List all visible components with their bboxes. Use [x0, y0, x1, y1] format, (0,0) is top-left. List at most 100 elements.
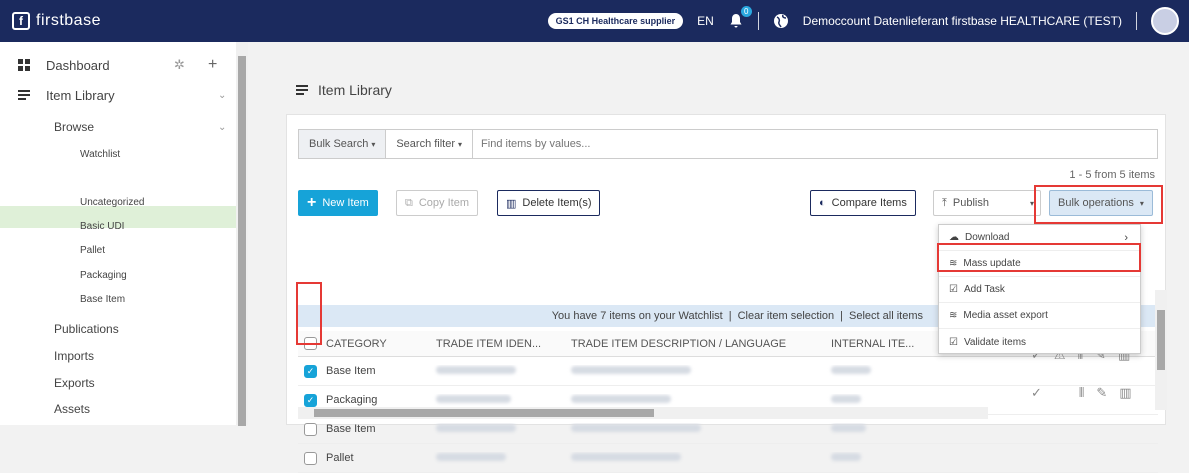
- delete-items-label: Delete Item(s): [522, 197, 592, 209]
- list-icon: [18, 90, 30, 100]
- search-filter-dropdown[interactable]: Search filter ▾: [386, 130, 474, 158]
- menu-item-label: Media asset export: [963, 310, 1048, 321]
- blurred-value: [571, 424, 701, 432]
- logo-icon: f: [12, 12, 30, 30]
- gear-icon[interactable]: ✲: [174, 57, 185, 73]
- supplier-badge[interactable]: GS1 CH Healthcare supplier: [547, 13, 684, 29]
- highlight-mass-update: [937, 243, 1141, 272]
- row-actions: ✓ ⫴ ✎ ▥: [1031, 385, 1132, 401]
- row-checkbox[interactable]: [304, 451, 317, 465]
- sidebar-scrollbar[interactable]: [236, 42, 248, 426]
- column-header[interactable]: TRADE ITEM IDEN...: [430, 338, 565, 350]
- new-item-button[interactable]: + New Item: [298, 190, 378, 216]
- blurred-value: [436, 395, 511, 403]
- globe-icon[interactable]: [773, 13, 789, 29]
- bell-icon: [730, 14, 742, 28]
- list-icon: [296, 85, 308, 95]
- account-name[interactable]: Democcount Datenlieferant firstbase HEAL…: [803, 14, 1122, 28]
- delete-items-button[interactable]: ▥ Delete Item(s): [497, 190, 601, 216]
- user-avatar[interactable]: [1151, 7, 1179, 35]
- sidebar-label: Pallet: [80, 244, 106, 256]
- row-checkbox[interactable]: [304, 422, 317, 436]
- sidebar-label: Exports: [54, 376, 95, 390]
- table-row[interactable]: Base Item: [298, 415, 1158, 444]
- row-checkbox[interactable]: ✓: [304, 393, 317, 407]
- chevron-down-icon: ⌄: [218, 121, 227, 133]
- menu-item-media-asset-export[interactable]: ≋ Media asset export: [939, 303, 1140, 329]
- blurred-value: [436, 424, 516, 432]
- sidebar-item-item-library[interactable]: Item Library ⌄: [0, 84, 236, 106]
- sidebar-item-pallet[interactable]: Pallet: [0, 242, 236, 258]
- table-row[interactable]: Pallet: [298, 444, 1158, 473]
- blurred-value: [571, 366, 691, 374]
- check-icon[interactable]: ✓: [1031, 385, 1042, 401]
- chevron-right-icon: ›: [1124, 231, 1128, 244]
- menu-item-label: Add Task: [963, 284, 1005, 295]
- library-icon[interactable]: ⫴: [1079, 385, 1084, 401]
- table-row[interactable]: ✓ Base Item: [298, 357, 1158, 386]
- scrollbar-thumb[interactable]: [314, 409, 654, 417]
- horizontal-scrollbar[interactable]: [298, 407, 988, 419]
- page-title-text: Item Library: [318, 82, 392, 98]
- sidebar-item-basic-udi[interactable]: Basic UDI: [0, 218, 236, 234]
- blurred-value: [571, 453, 681, 461]
- cloud-icon: ☁: [949, 232, 959, 243]
- column-header[interactable]: TRADE ITEM DESCRIPTION / LANGUAGE: [565, 338, 825, 350]
- compare-items-button[interactable]: ◐ Compare Items: [810, 190, 916, 216]
- sidebar-item-assets[interactable]: Assets: [0, 400, 236, 418]
- new-item-label: New Item: [322, 197, 369, 209]
- search-input[interactable]: [473, 138, 1157, 150]
- grid-icon: [18, 59, 30, 71]
- scrollbar-thumb[interactable]: [1157, 310, 1165, 370]
- publish-button[interactable]: ⤒ Publish ▾: [933, 190, 1041, 216]
- trash-icon[interactable]: ▥: [1119, 385, 1131, 401]
- logo[interactable]: f firstbase: [12, 12, 101, 30]
- column-header[interactable]: CATEGORY: [320, 338, 430, 350]
- publish-label: Publish: [952, 197, 989, 209]
- watchlist-text: You have 7 items on your Watchlist: [551, 310, 723, 322]
- column-header[interactable]: INTERNAL ITE...: [825, 338, 935, 350]
- row-category: Pallet: [326, 452, 354, 464]
- row-category: Base Item: [326, 365, 376, 377]
- clear-selection-link[interactable]: Clear item selection: [738, 310, 835, 322]
- copy-item-button[interactable]: ⧉ Copy Item: [396, 190, 478, 216]
- menu-item-validate-items[interactable]: ☑ Validate items: [939, 329, 1140, 355]
- caret-down-icon: ▾: [458, 139, 463, 149]
- sidebar-item-exports[interactable]: Exports: [0, 374, 236, 392]
- sidebar-item-base-item[interactable]: Base Item: [0, 291, 236, 307]
- divider: [757, 12, 759, 30]
- item-count: 1 - 5 from 5 items: [1069, 169, 1155, 181]
- language-selector[interactable]: EN: [697, 14, 714, 28]
- bulk-search-label: Bulk Search: [309, 138, 369, 150]
- highlight-selected-checkboxes: [296, 282, 322, 345]
- bulk-search-dropdown[interactable]: Bulk Search ▾: [299, 130, 387, 158]
- sidebar-item-publications[interactable]: Publications: [0, 320, 236, 338]
- sidebar-label: Assets: [54, 402, 91, 416]
- edit-icon[interactable]: ✎: [1096, 385, 1107, 401]
- scrollbar-thumb[interactable]: [238, 56, 246, 426]
- row-category: Packaging: [326, 394, 378, 406]
- sidebar-item-watchlist[interactable]: Watchlist: [0, 146, 236, 162]
- blurred-value: [436, 366, 516, 374]
- sidebar-item-uncategorized[interactable]: Uncategorized: [0, 194, 236, 210]
- top-bar: f firstbase GS1 CH Healthcare supplier E…: [0, 0, 1189, 42]
- sidebar-label: Basic UDI: [80, 220, 125, 232]
- row-checkbox[interactable]: ✓: [304, 364, 317, 378]
- menu-item-add-task[interactable]: ☑ Add Task: [939, 277, 1140, 303]
- contrast-icon: ◐: [819, 197, 826, 209]
- sidebar-item-dashboard[interactable]: Dashboard ✲ +: [0, 54, 236, 76]
- vertical-scrollbar[interactable]: [1155, 290, 1167, 410]
- notifications-bell[interactable]: 0: [728, 6, 752, 29]
- blurred-value: [436, 453, 506, 461]
- plus-icon[interactable]: +: [208, 56, 217, 74]
- sidebar: Dashboard ✲ + Item Library ⌄ Browse ⌄ Wa…: [0, 42, 248, 425]
- blurred-value: [831, 424, 866, 432]
- select-all-link[interactable]: Select all items: [849, 310, 923, 322]
- sidebar-item-packaging[interactable]: Packaging: [0, 267, 236, 283]
- sidebar-label: Base Item: [80, 293, 126, 305]
- sidebar-label: All: [80, 170, 93, 182]
- sidebar-item-imports[interactable]: Imports: [0, 347, 236, 365]
- sidebar-label: Watchlist: [80, 148, 121, 160]
- sidebar-item-browse[interactable]: Browse ⌄: [0, 118, 236, 136]
- sidebar-item-all[interactable]: All: [0, 168, 236, 184]
